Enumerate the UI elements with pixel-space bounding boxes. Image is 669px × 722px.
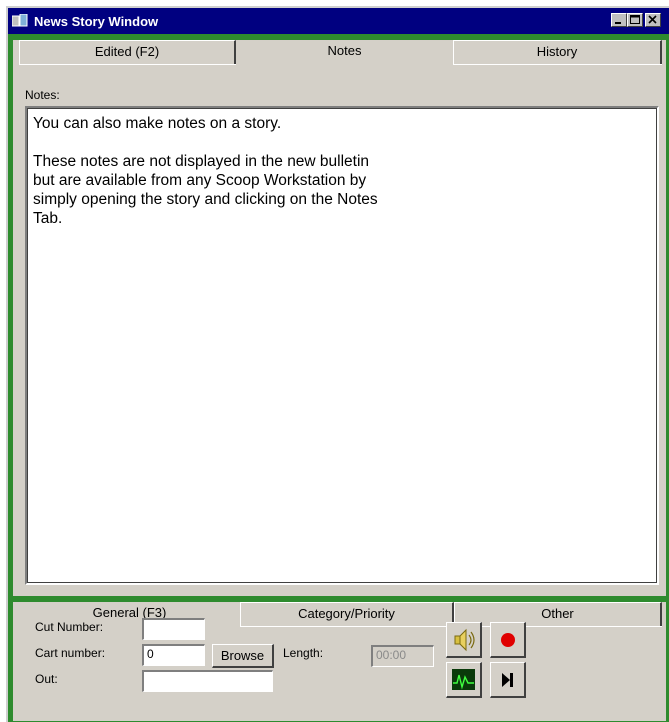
browse-button[interactable]: Browse: [212, 644, 274, 668]
length-field: 00:00: [371, 645, 434, 667]
out-field[interactable]: [142, 670, 273, 692]
window-icon: [12, 14, 28, 27]
tab-category-priority-label: Category/Priority: [298, 606, 395, 621]
notes-label: Notes:: [25, 88, 60, 102]
length-label: Length:: [283, 646, 324, 660]
tab-edited-label: Edited (F2): [94, 44, 160, 59]
tab-notes[interactable]: Notes: [236, 40, 453, 64]
maximize-button[interactable]: [627, 13, 643, 27]
waveform-button[interactable]: [446, 662, 482, 698]
notes-textarea[interactable]: You can also make notes on a story. Thes…: [25, 106, 659, 585]
close-button[interactable]: [645, 13, 661, 27]
tab-category-priority[interactable]: Category/Priority: [240, 602, 454, 626]
tab-other[interactable]: Other: [454, 602, 662, 626]
notes-panel: Edited (F2) Notes History Notes: You can…: [13, 40, 666, 596]
record-icon: [501, 633, 515, 647]
news-story-window: News Story Window Edited (F2) Notes Hist…: [6, 6, 669, 722]
minimize-button[interactable]: [611, 13, 627, 27]
tab-other-label: Other: [541, 606, 574, 621]
play-to-end-icon: [502, 673, 513, 687]
cut-number-field[interactable]: [142, 618, 205, 640]
play-audio-button[interactable]: [446, 622, 482, 658]
general-panel: General (F3) Category/Priority Other Cut…: [13, 602, 666, 721]
minimize-icon: [615, 22, 621, 24]
tab-notes-label: Notes: [327, 43, 362, 58]
play-to-end-button[interactable]: [490, 662, 526, 698]
record-button[interactable]: [490, 622, 526, 658]
title-bar[interactable]: News Story Window: [8, 8, 669, 34]
close-icon: [648, 15, 657, 24]
speaker-icon: [454, 628, 475, 652]
cut-number-label: Cut Number:: [35, 620, 104, 634]
maximize-icon: [630, 15, 640, 24]
tab-history[interactable]: History: [453, 40, 662, 64]
window-title: News Story Window: [34, 14, 159, 29]
tab-history-label: History: [536, 44, 578, 59]
cart-number-field[interactable]: 0: [142, 644, 205, 666]
tab-edited[interactable]: Edited (F2): [19, 40, 236, 64]
tab-divider: [453, 64, 662, 65]
tab-divider: [19, 64, 236, 65]
waveform-icon: [452, 669, 475, 690]
cart-number-label: Cart number:: [35, 646, 106, 660]
out-label: Out:: [35, 672, 58, 686]
